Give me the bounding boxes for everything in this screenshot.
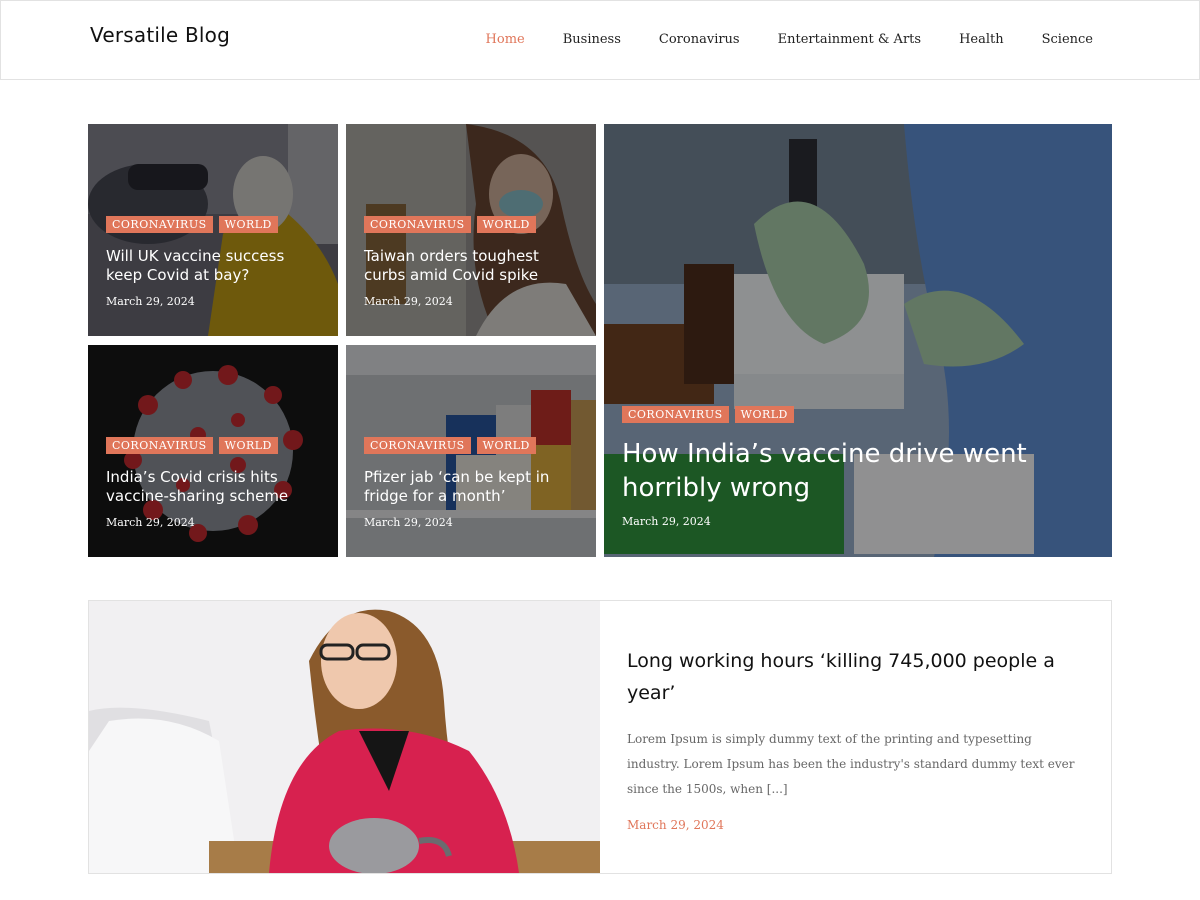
post-date: March 29, 2024 — [106, 295, 195, 308]
nav-coronavirus[interactable]: Coronavirus — [659, 32, 740, 47]
tag-list: CORONAVIRUS WORLD — [106, 216, 320, 233]
post-date: March 29, 2024 — [622, 515, 711, 528]
tag-world[interactable]: WORLD — [734, 406, 794, 423]
post-date: March 29, 2024 — [106, 516, 195, 529]
post-card-india-vaccine-drive[interactable]: CORONAVIRUS WORLD How India’s vaccine dr… — [604, 124, 1112, 557]
tag-world[interactable]: WORLD — [218, 437, 278, 454]
site-header: Versatile Blog Home Business Coronavirus… — [0, 0, 1200, 80]
featured-post-image[interactable] — [89, 601, 600, 873]
featured-post-title[interactable]: Long working hours ‘killing 745,000 peop… — [627, 645, 1077, 709]
card-content: CORONAVIRUS WORLD Will UK vaccine succes… — [106, 216, 320, 308]
tag-coronavirus[interactable]: CORONAVIRUS — [622, 406, 729, 423]
woman-at-laptop-image — [89, 601, 600, 873]
post-card-taiwan-curbs[interactable]: CORONAVIRUS WORLD Taiwan orders toughest… — [346, 124, 596, 336]
post-card-pfizer-fridge[interactable]: CORONAVIRUS WORLD Pfizer jab ‘can be kep… — [346, 345, 596, 557]
tag-world[interactable]: WORLD — [476, 216, 536, 233]
card-content: CORONAVIRUS WORLD Taiwan orders toughest… — [364, 216, 578, 308]
main-nav: Home Business Coronavirus Entertainment … — [448, 32, 1093, 47]
post-title[interactable]: India’s Covid crisis hits vaccine-sharin… — [106, 468, 320, 506]
post-title[interactable]: Taiwan orders toughest curbs amid Covid … — [364, 247, 578, 285]
post-title[interactable]: How India’s vaccine drive went horribly … — [622, 437, 1052, 505]
post-title[interactable]: Will UK vaccine success keep Covid at ba… — [106, 247, 320, 285]
nav-business[interactable]: Business — [563, 32, 621, 47]
nav-science[interactable]: Science — [1042, 32, 1093, 47]
featured-post-excerpt: Lorem Ipsum is simply dummy text of the … — [627, 732, 1075, 796]
nav-health[interactable]: Health — [959, 32, 1004, 47]
featured-post-text: Long working hours ‘killing 745,000 peop… — [627, 645, 1077, 832]
nav-home[interactable]: Home — [486, 32, 525, 47]
card-content: CORONAVIRUS WORLD India’s Covid crisis h… — [106, 437, 320, 529]
tag-list: CORONAVIRUS WORLD — [622, 406, 1052, 423]
card-content: CORONAVIRUS WORLD Pfizer jab ‘can be kep… — [364, 437, 578, 529]
tag-coronavirus[interactable]: CORONAVIRUS — [364, 437, 471, 454]
tag-coronavirus[interactable]: CORONAVIRUS — [106, 216, 213, 233]
post-card-uk-vaccine[interactable]: CORONAVIRUS WORLD Will UK vaccine succes… — [88, 124, 338, 336]
site-logo[interactable]: Versatile Blog — [90, 23, 230, 47]
nav-entertainment-arts[interactable]: Entertainment & Arts — [778, 32, 921, 47]
post-date: March 29, 2024 — [364, 516, 453, 529]
tag-coronavirus[interactable]: CORONAVIRUS — [364, 216, 471, 233]
tag-list: CORONAVIRUS WORLD — [106, 437, 320, 454]
tag-world[interactable]: WORLD — [476, 437, 536, 454]
featured-post-date: March 29, 2024 — [627, 818, 724, 832]
featured-post[interactable]: Long working hours ‘killing 745,000 peop… — [88, 600, 1112, 874]
card-content: CORONAVIRUS WORLD How India’s vaccine dr… — [622, 406, 1052, 528]
tag-list: CORONAVIRUS WORLD — [364, 216, 578, 233]
tag-list: CORONAVIRUS WORLD — [364, 437, 578, 454]
tag-world[interactable]: WORLD — [218, 216, 278, 233]
post-title[interactable]: Pfizer jab ‘can be kept in fridge for a … — [364, 468, 578, 506]
post-date: March 29, 2024 — [364, 295, 453, 308]
tag-coronavirus[interactable]: CORONAVIRUS — [106, 437, 213, 454]
post-card-india-covid-crisis[interactable]: CORONAVIRUS WORLD India’s Covid crisis h… — [88, 345, 338, 557]
